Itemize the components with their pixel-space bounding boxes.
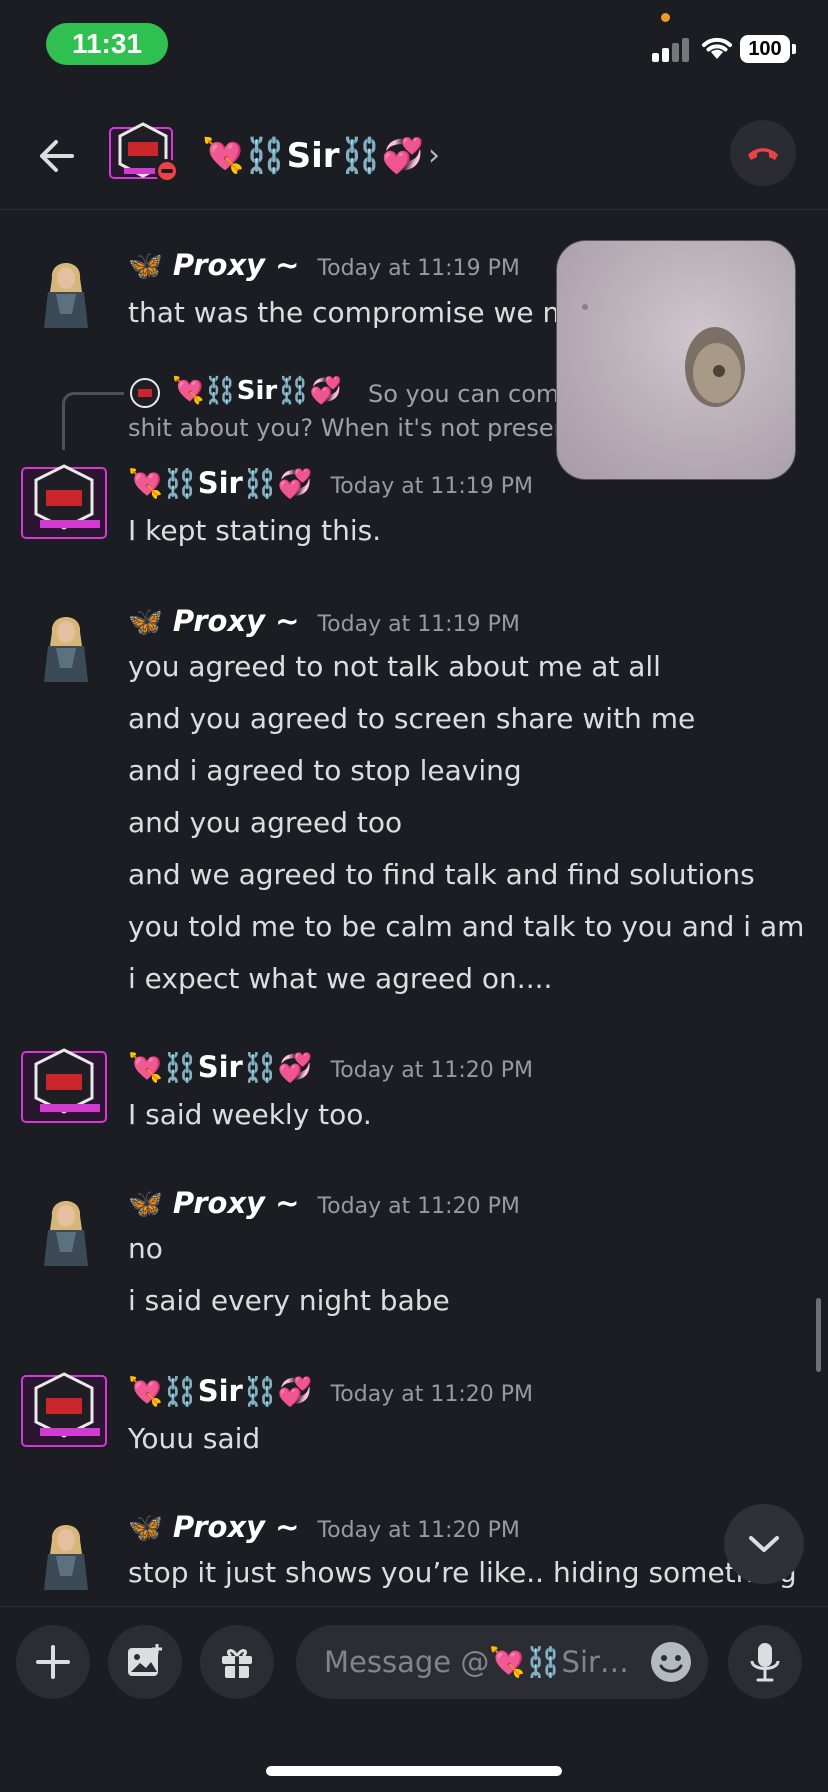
author-name[interactable]: Proxy ~ — [173, 1186, 300, 1220]
chain-heart-badge: ⛓️💞 — [242, 1375, 313, 1408]
video-call-preview[interactable] — [556, 240, 796, 480]
voice-message-button[interactable] — [728, 1625, 802, 1699]
heart-chain-badge: 💘⛓️ — [128, 1375, 198, 1408]
message-group[interactable]: 💘⛓️ Sir ⛓️💞 Today at 11:20 PM Youu said — [0, 1370, 828, 1460]
message-group[interactable]: 🦋 Proxy ~ Today at 11:20 PM stop it just… — [0, 1506, 828, 1602]
message-text: no — [128, 1232, 163, 1265]
avatar-sir[interactable] — [18, 1370, 110, 1454]
message-text: I kept stating this. — [128, 514, 382, 547]
message-text: Youu said — [128, 1422, 261, 1455]
cellular-signal-icon — [652, 36, 690, 62]
message-text: and you agreed to screen share with me — [128, 702, 696, 735]
message-timestamp: Today at 11:19 PM — [330, 474, 533, 499]
message-timestamp: Today at 11:20 PM — [330, 1058, 533, 1083]
message-text: and you agreed too — [128, 806, 403, 839]
add-attachment-button[interactable] — [16, 1625, 90, 1699]
message-text: i expect what we agreed on.... — [128, 962, 553, 995]
reply-snippet-cont: shit about you? When it's not presen — [128, 414, 569, 442]
message-header: 💘⛓️ Sir ⛓️💞 Today at 11:19 PM — [128, 466, 533, 500]
butterfly-badge: 🦋 — [128, 605, 163, 638]
plus-icon — [36, 1645, 70, 1679]
message-text: stop it just shows you’re like.. hiding … — [128, 1556, 797, 1589]
reply-author: 💘⛓️Sir⛓️💞 — [172, 376, 342, 406]
scrollbar-thumb[interactable] — [816, 1298, 821, 1372]
author-name[interactable]: Sir — [198, 1374, 243, 1408]
butterfly-badge: 🦋 — [128, 1511, 163, 1544]
message-header: 🦋 Proxy ~ Today at 11:20 PM — [128, 1510, 520, 1544]
author-name[interactable]: Proxy ~ — [173, 604, 300, 638]
message-input[interactable]: Message @💘⛓️Sir… — [296, 1625, 708, 1699]
message-text: you agreed to not talk about me at all — [128, 650, 661, 683]
avatar-proxy[interactable] — [34, 1186, 98, 1270]
wifi-icon — [702, 37, 732, 59]
message-header: 🦋 Proxy ~ Today at 11:20 PM — [128, 1186, 520, 1220]
jump-to-present-button[interactable] — [724, 1504, 804, 1584]
message-text: you told me to be calm and talk to you a… — [128, 910, 805, 943]
chevron-right-icon[interactable]: › — [428, 138, 440, 173]
reply-avatar — [130, 378, 160, 408]
avatar-proxy[interactable] — [34, 602, 98, 686]
end-call-icon — [748, 148, 778, 160]
emoji-icon[interactable] — [650, 1641, 692, 1683]
avatar-sir[interactable] — [18, 462, 110, 546]
heart-chain-badge: 💘⛓️ — [128, 467, 198, 500]
chevron-down-icon — [749, 1536, 779, 1552]
message-timestamp: Today at 11:20 PM — [317, 1194, 520, 1219]
status-time: 11:31 — [46, 23, 168, 65]
message-header: 🦋 Proxy ~ Today at 11:19 PM — [128, 248, 520, 282]
gift-icon — [222, 1649, 252, 1678]
do-not-disturb-icon — [155, 159, 179, 183]
message-text: and i agreed to stop leaving — [128, 754, 522, 787]
dm-title[interactable]: 💘⛓️Sir⛓️💞 — [202, 130, 424, 182]
back-arrow-icon — [40, 140, 74, 172]
status-bar: 11:31 100 — [0, 0, 828, 90]
message-header: 🦋 Proxy ~ Today at 11:19 PM — [128, 604, 520, 638]
back-button[interactable] — [30, 130, 82, 182]
message-timestamp: Today at 11:20 PM — [317, 1518, 520, 1543]
message-text: I said weekly too. — [128, 1098, 372, 1131]
message-text: i said every night babe — [128, 1284, 450, 1317]
battery-tip — [792, 44, 796, 54]
message-timestamp: Today at 11:19 PM — [317, 256, 520, 281]
message-group[interactable]: 💘⛓️ Sir ⛓️💞 Today at 11:20 PM I said wee… — [0, 1046, 828, 1136]
butterfly-badge: 🦋 — [128, 1187, 163, 1220]
author-name[interactable]: Sir — [198, 1050, 243, 1084]
media-picker-button[interactable] — [108, 1625, 182, 1699]
message-input-placeholder: Message @💘⛓️Sir… — [324, 1644, 629, 1679]
battery-indicator: 100 — [740, 35, 790, 63]
message-text: and we agreed to find talk and find solu… — [128, 858, 755, 891]
message-timestamp: Today at 11:19 PM — [317, 612, 520, 637]
message-group[interactable]: 🦋 Proxy ~ Today at 11:19 PM you agreed t… — [0, 600, 828, 1000]
author-name[interactable]: Sir — [198, 466, 243, 500]
message-header: 💘⛓️ Sir ⛓️💞 Today at 11:20 PM — [128, 1374, 533, 1408]
camera-feed-image — [582, 304, 745, 407]
end-call-button[interactable] — [730, 120, 796, 186]
message-group[interactable]: 🦋 Proxy ~ Today at 11:20 PM no i said ev… — [0, 1182, 828, 1332]
avatar-sir[interactable] — [18, 1046, 110, 1130]
author-name[interactable]: Proxy ~ — [173, 248, 300, 282]
home-indicator — [266, 1766, 562, 1776]
gift-button[interactable] — [200, 1625, 274, 1699]
avatar-proxy[interactable] — [34, 1510, 98, 1594]
message-header: 💘⛓️ Sir ⛓️💞 Today at 11:20 PM — [128, 1050, 533, 1084]
message-text: that was the compromise we ma — [128, 296, 587, 329]
message-composer: Message @💘⛓️Sir… — [0, 1606, 828, 1792]
privacy-indicator-dot — [661, 13, 670, 22]
microphone-icon — [750, 1643, 780, 1682]
image-icon — [128, 1644, 162, 1676]
dm-header: 💘⛓️Sir⛓️💞 › — [0, 100, 828, 210]
chain-heart-badge: ⛓️💞 — [242, 467, 313, 500]
heart-chain-badge: 💘⛓️ — [128, 1051, 198, 1084]
avatar-proxy[interactable] — [34, 248, 98, 332]
chain-heart-badge: ⛓️💞 — [242, 1051, 313, 1084]
author-name[interactable]: Proxy ~ — [173, 1510, 300, 1544]
message-timestamp: Today at 11:20 PM — [330, 1382, 533, 1407]
reply-snippet: So you can com — [368, 380, 560, 408]
butterfly-badge: 🦋 — [128, 249, 163, 282]
